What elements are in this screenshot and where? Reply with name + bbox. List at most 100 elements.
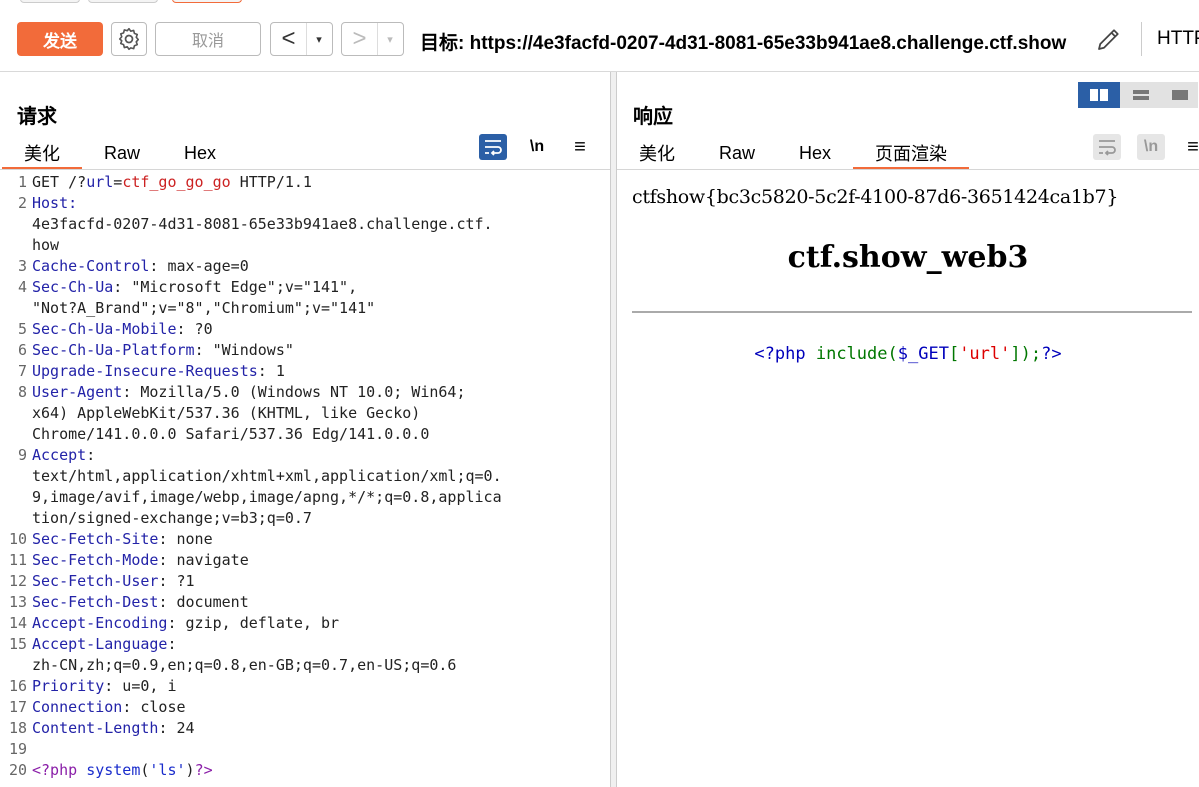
line-code: tion/signed-exchange;v=b3;q=0.7 [32, 508, 312, 529]
line-code: Content-Length: 24 [32, 718, 195, 739]
line-code: Sec-Ch-Ua-Mobile: ?0 [32, 319, 213, 340]
response-tabs: 美化 Raw Hex 页面渲染 [617, 138, 970, 170]
editor-line: "Not?A_Brand";v="8","Chromium";v="141" [0, 298, 611, 319]
request-editor[interactable]: 1 GET /?url=ctf_go_go_go HTTP/1.1 2 Host: 4e… [0, 172, 611, 787]
editor-line: 17 Connection: close [0, 697, 611, 718]
editor-line: 11 Sec-Fetch-Mode: navigate [0, 550, 611, 571]
php-source: <?php include($_GET['url']);?> [617, 344, 1199, 364]
single-view-icon[interactable] [1162, 82, 1198, 108]
forward-dropdown-icon[interactable]: ▾ [378, 23, 402, 55]
http-version-label[interactable]: HTTP [1157, 28, 1199, 50]
tab-stub[interactable] [88, 0, 158, 3]
code-token: zh-CN,zh;q=0.9,en;q=0.8,en-GB;q=0.7,en-U… [32, 656, 457, 674]
line-code: zh-CN,zh;q=0.9,en;q=0.8,en-GB;q=0.7,en-U… [32, 655, 456, 676]
code-token: : ?1 [158, 572, 195, 590]
code-token: Sec-Ch-Ua-Platform [32, 341, 195, 359]
forward-button[interactable]: > [342, 23, 378, 55]
settings-button[interactable] [111, 22, 147, 56]
line-number: 3 [17, 257, 27, 275]
editor-line: 14 Accept-Encoding: gzip, deflate, br [0, 613, 611, 634]
tab-request-pretty[interactable]: 美化 [2, 138, 82, 170]
line-code: Accept-Encoding: gzip, deflate, br [32, 613, 339, 634]
code-token: Upgrade-Insecure-Requests [32, 362, 258, 380]
line-number: 13 [8, 593, 27, 611]
line-number: 16 [8, 677, 27, 695]
code-token: : [167, 635, 177, 653]
tab-request-hex[interactable]: Hex [162, 138, 238, 168]
code-token: "Not?A_Brand";v="8","Chromium";v="141" [32, 299, 376, 317]
line-number: 4 [17, 278, 27, 296]
newline-toggle[interactable]: \n [523, 134, 551, 160]
line-code: Sec-Fetch-Dest: document [32, 592, 249, 613]
wrap-icon[interactable] [479, 134, 507, 160]
back-button[interactable]: < [271, 23, 307, 55]
wrap-icon[interactable] [1093, 134, 1121, 160]
tab-response-hex[interactable]: Hex [777, 138, 853, 168]
tab-response-raw[interactable]: Raw [697, 138, 777, 168]
code-token: <?php [32, 761, 78, 779]
code-token: Priority [32, 677, 105, 695]
php-token: 'url' [959, 344, 1011, 364]
back-dropdown-icon[interactable]: ▾ [307, 23, 331, 55]
editor-line: 2 Host: [0, 193, 611, 214]
page-heading: ctf.show_web3 [787, 240, 1029, 275]
target-url: 目标: https://4e3facfd-0207-4d31-8081-65e3… [420, 33, 1067, 54]
code-token: Accept [32, 446, 87, 464]
editor-line: 4e3facfd-0207-4d31-8081-65e33b941ae8.cha… [0, 214, 611, 235]
line-code: Sec-Fetch-Site: none [32, 529, 213, 550]
tabs-divider [617, 169, 1199, 170]
editor-line: 18 Content-Length: 24 [0, 718, 611, 739]
line-code: 4e3facfd-0207-4d31-8081-65e33b941ae8.cha… [32, 214, 493, 235]
tab-request-raw[interactable]: Raw [82, 138, 162, 168]
send-button[interactable]: 发送 [17, 22, 103, 56]
code-token: Chrome/141.0.0.0 Safari/537.36 Edg/141.0… [32, 425, 430, 443]
php-token: ?> [1041, 344, 1062, 364]
code-token: 4e3facfd-0207-4d31-8081-65e33b941ae8.cha… [32, 215, 493, 233]
history-back-group: < ▾ [270, 22, 333, 56]
line-number [0, 298, 32, 319]
tab-stub[interactable] [20, 0, 80, 3]
line-number: 9 [17, 446, 27, 464]
editor-line: Chrome/141.0.0.0 Safari/537.36 Edg/141.0… [0, 424, 611, 445]
editor-line: text/html,application/xhtml+xml,applicat… [0, 466, 611, 487]
code-token: : gzip, deflate, br [167, 614, 340, 632]
split-view-icon[interactable] [1078, 82, 1120, 108]
line-code: Chrome/141.0.0.0 Safari/537.36 Edg/141.0… [32, 424, 429, 445]
code-token: how [32, 236, 60, 254]
line-code: <?php system('ls')?> [32, 760, 213, 781]
code-token: : none [158, 530, 213, 548]
line-code: Accept: [32, 445, 95, 466]
editor-line: 16 Priority: u=0, i [0, 676, 611, 697]
line-number [0, 403, 32, 424]
line-code: GET /?url=ctf_go_go_go HTTP/1.1 [32, 172, 312, 193]
newline-toggle[interactable]: \n [1137, 134, 1165, 160]
code-token: : 1 [257, 362, 285, 380]
cancel-button[interactable]: 取消 [155, 22, 261, 56]
line-number: 11 [8, 551, 27, 569]
line-number [0, 466, 32, 487]
line-code: Cache-Control: max-age=0 [32, 256, 249, 277]
editor-line: 9 Accept: [0, 445, 611, 466]
code-token: url [86, 173, 114, 191]
stacked-view-icon[interactable] [1120, 82, 1162, 108]
code-token: Sec-Fetch-Mode [32, 551, 159, 569]
tab-stub-active[interactable] [172, 0, 242, 3]
php-token: ( [887, 344, 898, 364]
code-token: : 24 [158, 719, 195, 737]
code-token: Sec-Fetch-Dest [32, 593, 159, 611]
menu-icon[interactable]: ≡ [1179, 134, 1199, 160]
editor-line: 5 Sec-Ch-Ua-Mobile: ?0 [0, 319, 611, 340]
pencil-icon[interactable] [1094, 24, 1124, 54]
code-token: ?> [194, 761, 213, 779]
tab-response-render[interactable]: 页面渲染 [853, 138, 970, 170]
php-token: ]); [1010, 344, 1042, 364]
code-token: : document [158, 593, 249, 611]
line-code: 9,image/avif,image/webp,image/apng,*/*;q… [32, 487, 502, 508]
tab-response-pretty[interactable]: 美化 [617, 138, 697, 168]
code-token: Sec-Ch-Ua [32, 278, 114, 296]
menu-icon[interactable]: ≡ [566, 134, 594, 160]
line-code: Upgrade-Insecure-Requests: 1 [32, 361, 285, 382]
toolbar-divider [1141, 22, 1142, 56]
code-token: Host: [32, 194, 78, 212]
line-number [0, 487, 32, 508]
